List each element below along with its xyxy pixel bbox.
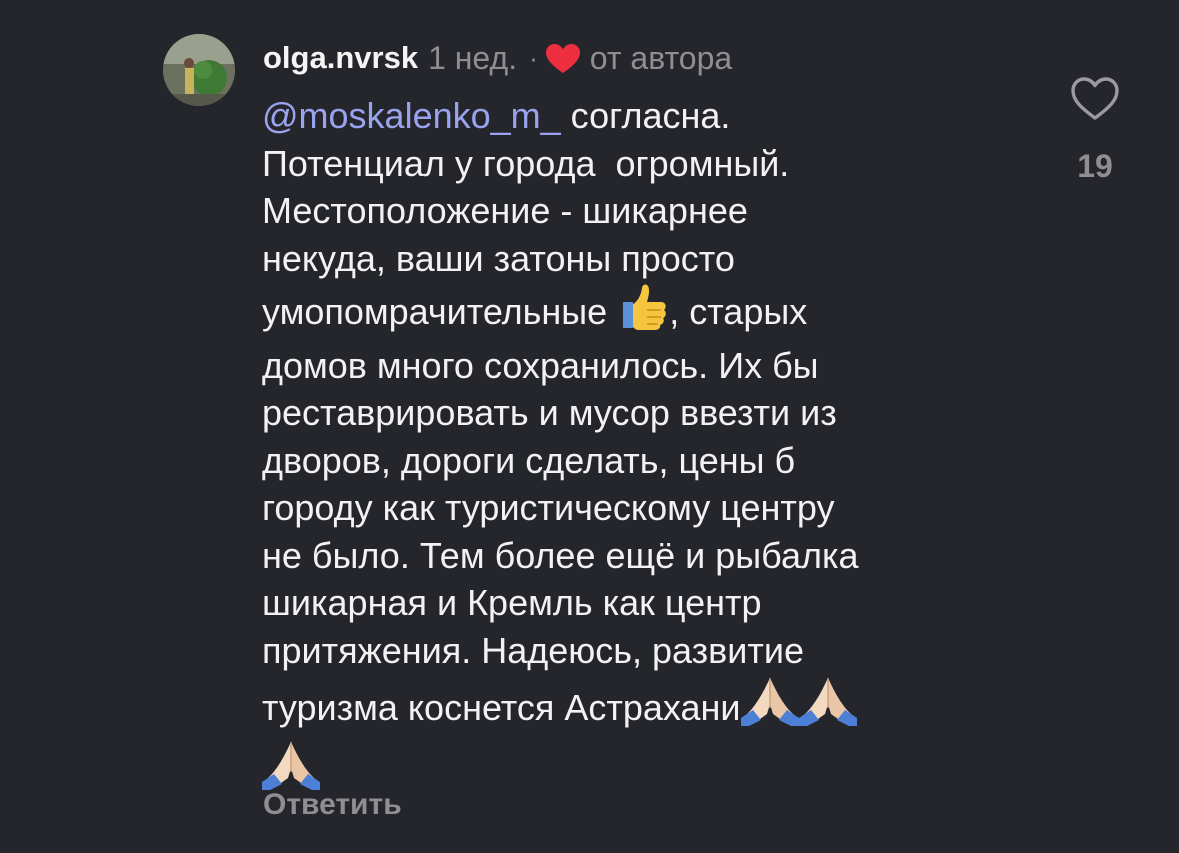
reply-button[interactable]: Ответить [263, 788, 402, 822]
folded-hands-emoji [740, 674, 799, 738]
comment: olga.nvrsk 1 нед. · от автора @moskalenk… [0, 0, 1179, 853]
meta-separator: · [529, 42, 538, 73]
comment-meta: olga.nvrsk 1 нед. · от автора [263, 36, 732, 80]
folded-hands-emoji [798, 674, 857, 738]
comment-time: 1 нед. [428, 39, 518, 76]
heart-filled-icon [545, 44, 580, 73]
username-link[interactable]: olga.nvrsk [263, 40, 418, 76]
avatar-image [163, 34, 235, 106]
like-button[interactable] [1070, 76, 1120, 122]
avatar[interactable] [163, 34, 235, 106]
thumbs-up-emoji [617, 282, 669, 342]
like-count: 19 [1077, 148, 1113, 184]
comment-text-part-2: , старых домов много сохранилось. Их бы … [262, 291, 859, 728]
author-like-badge: от автора [589, 39, 733, 76]
heart-outline-icon [1071, 77, 1119, 120]
mention-link[interactable]: @moskalenko_m_ [262, 95, 561, 136]
comment-text: @moskalenko_m_ согласна. Потенциал у гор… [262, 92, 1002, 801]
